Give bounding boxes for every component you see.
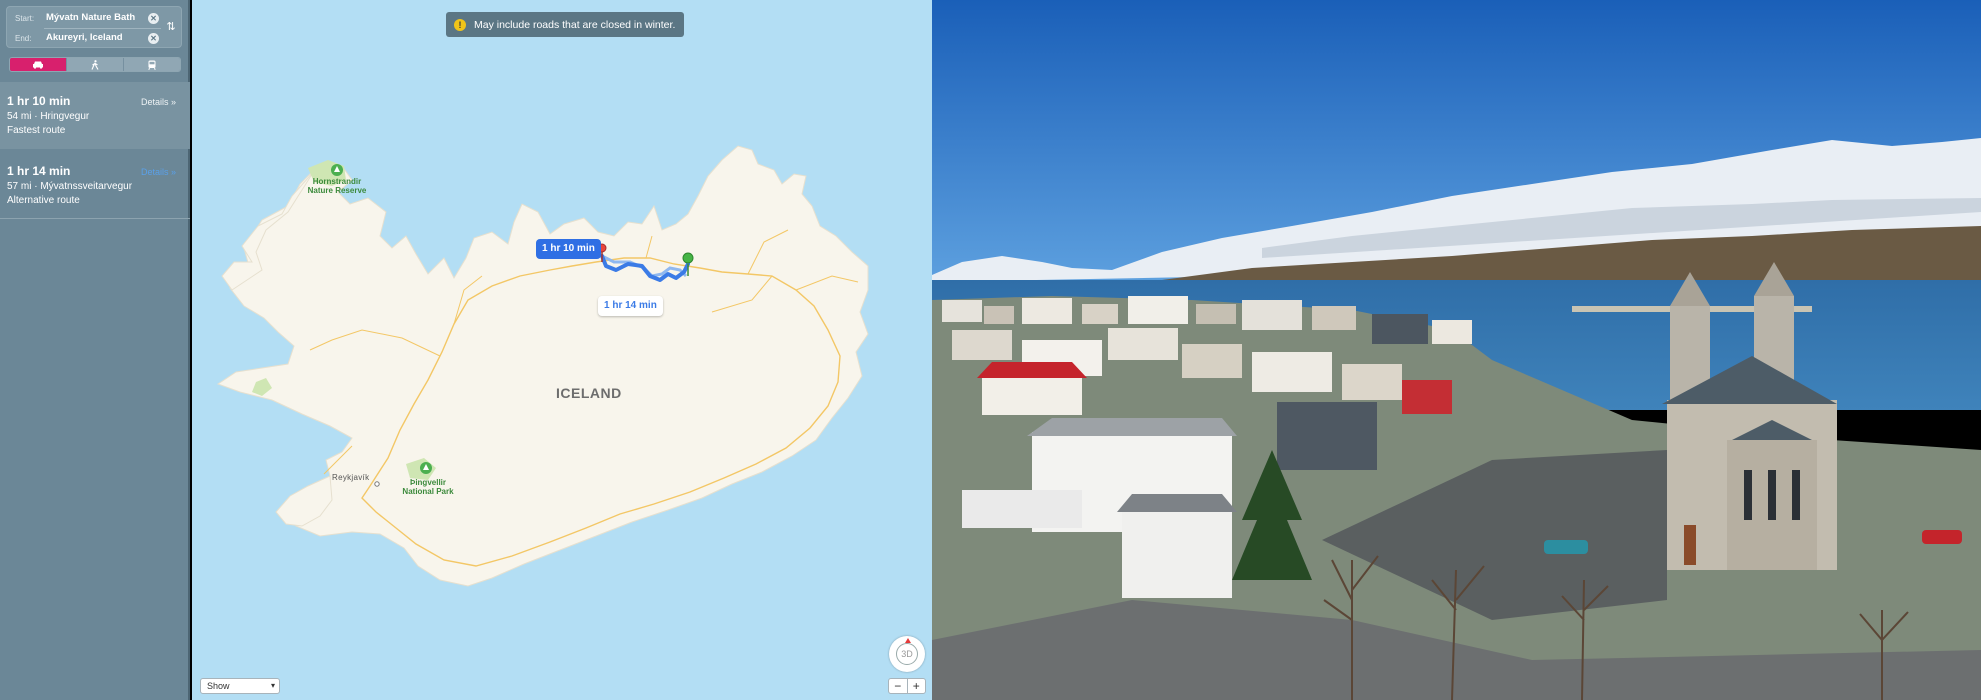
route-option-fastest[interactable]: 1 hr 10 min Details » 54 mi · Hringvegur…: [0, 82, 190, 149]
route-time: 1 hr 10 min: [7, 94, 71, 108]
route-type: Alternative route: [7, 195, 80, 206]
directions-sidebar: Start: Mývatn Nature Bath ✕ End: Akureyr…: [0, 0, 190, 700]
route-option-alternative[interactable]: 1 hr 14 min Details » 57 mi · Mývatnssve…: [0, 152, 190, 219]
zoom-in-button[interactable]: +: [908, 679, 926, 693]
route-distance: 54 mi · Hringvegur: [7, 111, 90, 122]
hornstrandir-label[interactable]: Hornstrandir Nature Reserve: [304, 177, 370, 195]
show-dropdown[interactable]: Show ▾: [200, 678, 280, 694]
route-type: Fastest route: [7, 125, 66, 136]
gray-building: [1277, 402, 1377, 470]
thingvellir-pin-icon[interactable]: [420, 462, 432, 474]
warning-icon: !: [454, 18, 466, 31]
alternative-route-callout[interactable]: 1 hr 14 min: [598, 296, 663, 316]
country-label: ICELAND: [556, 385, 622, 401]
route-time: 1 hr 14 min: [7, 164, 71, 178]
akureyri-photo-illustration: [932, 0, 1981, 700]
show-dropdown-label: Show: [207, 681, 230, 691]
start-field[interactable]: Start: Mývatn Nature Bath ✕: [7, 8, 159, 28]
map-canvas: [216, 145, 869, 587]
red-car: [1922, 530, 1962, 544]
end-field[interactable]: End: Akureyri, Iceland ✕: [7, 28, 159, 48]
route-distance: 57 mi · Mývatnssveitarvegur: [7, 181, 133, 192]
start-label: Start:: [15, 14, 35, 23]
clear-start-icon[interactable]: ✕: [148, 13, 159, 24]
start-value[interactable]: Mývatn Nature Bath: [46, 12, 135, 23]
white-lower-building: [1117, 494, 1237, 598]
zoom-control: − +: [888, 678, 926, 694]
red-roof-house: [977, 362, 1087, 415]
compass-3d-control[interactable]: 3D: [889, 636, 925, 672]
zoom-out-button[interactable]: −: [889, 679, 908, 693]
mode-driving-button[interactable]: [10, 58, 67, 71]
transport-mode-selector: [9, 57, 181, 72]
end-label: End:: [15, 34, 32, 43]
route-endpoints: Start: Mývatn Nature Bath ✕ End: Akureyr…: [6, 6, 182, 48]
route-details-link[interactable]: Details »: [141, 167, 176, 177]
map-view[interactable]: ! May include roads that are closed in w…: [192, 0, 932, 700]
thingvellir-label[interactable]: Þingvellir National Park: [398, 478, 458, 496]
route-details-link[interactable]: Details »: [141, 97, 176, 107]
transit-icon: [148, 60, 156, 70]
akureyri-photo: [932, 0, 1981, 700]
walking-icon: [91, 59, 99, 70]
end-value[interactable]: Akureyri, Iceland: [46, 32, 123, 43]
mode-transit-button[interactable]: [124, 58, 180, 71]
car-icon: [33, 61, 43, 69]
hornstrandir-pin-icon[interactable]: [331, 164, 343, 176]
3d-toggle[interactable]: 3D: [896, 643, 918, 665]
teal-car: [1544, 540, 1588, 554]
city-label[interactable]: Reykjavík: [332, 473, 369, 482]
warning-text: May include roads that are closed in win…: [474, 18, 676, 31]
chevron-down-icon: ▾: [270, 681, 275, 690]
winter-roads-warning: ! May include roads that are closed in w…: [446, 12, 684, 37]
reykjavik-dot: [374, 481, 380, 487]
fastest-route-callout[interactable]: 1 hr 10 min: [536, 239, 601, 259]
clear-end-icon[interactable]: ✕: [148, 33, 159, 44]
mode-walking-button[interactable]: [67, 58, 124, 71]
iceland-landmass: [216, 145, 869, 587]
swap-endpoints-icon[interactable]: ⇅: [164, 20, 178, 36]
